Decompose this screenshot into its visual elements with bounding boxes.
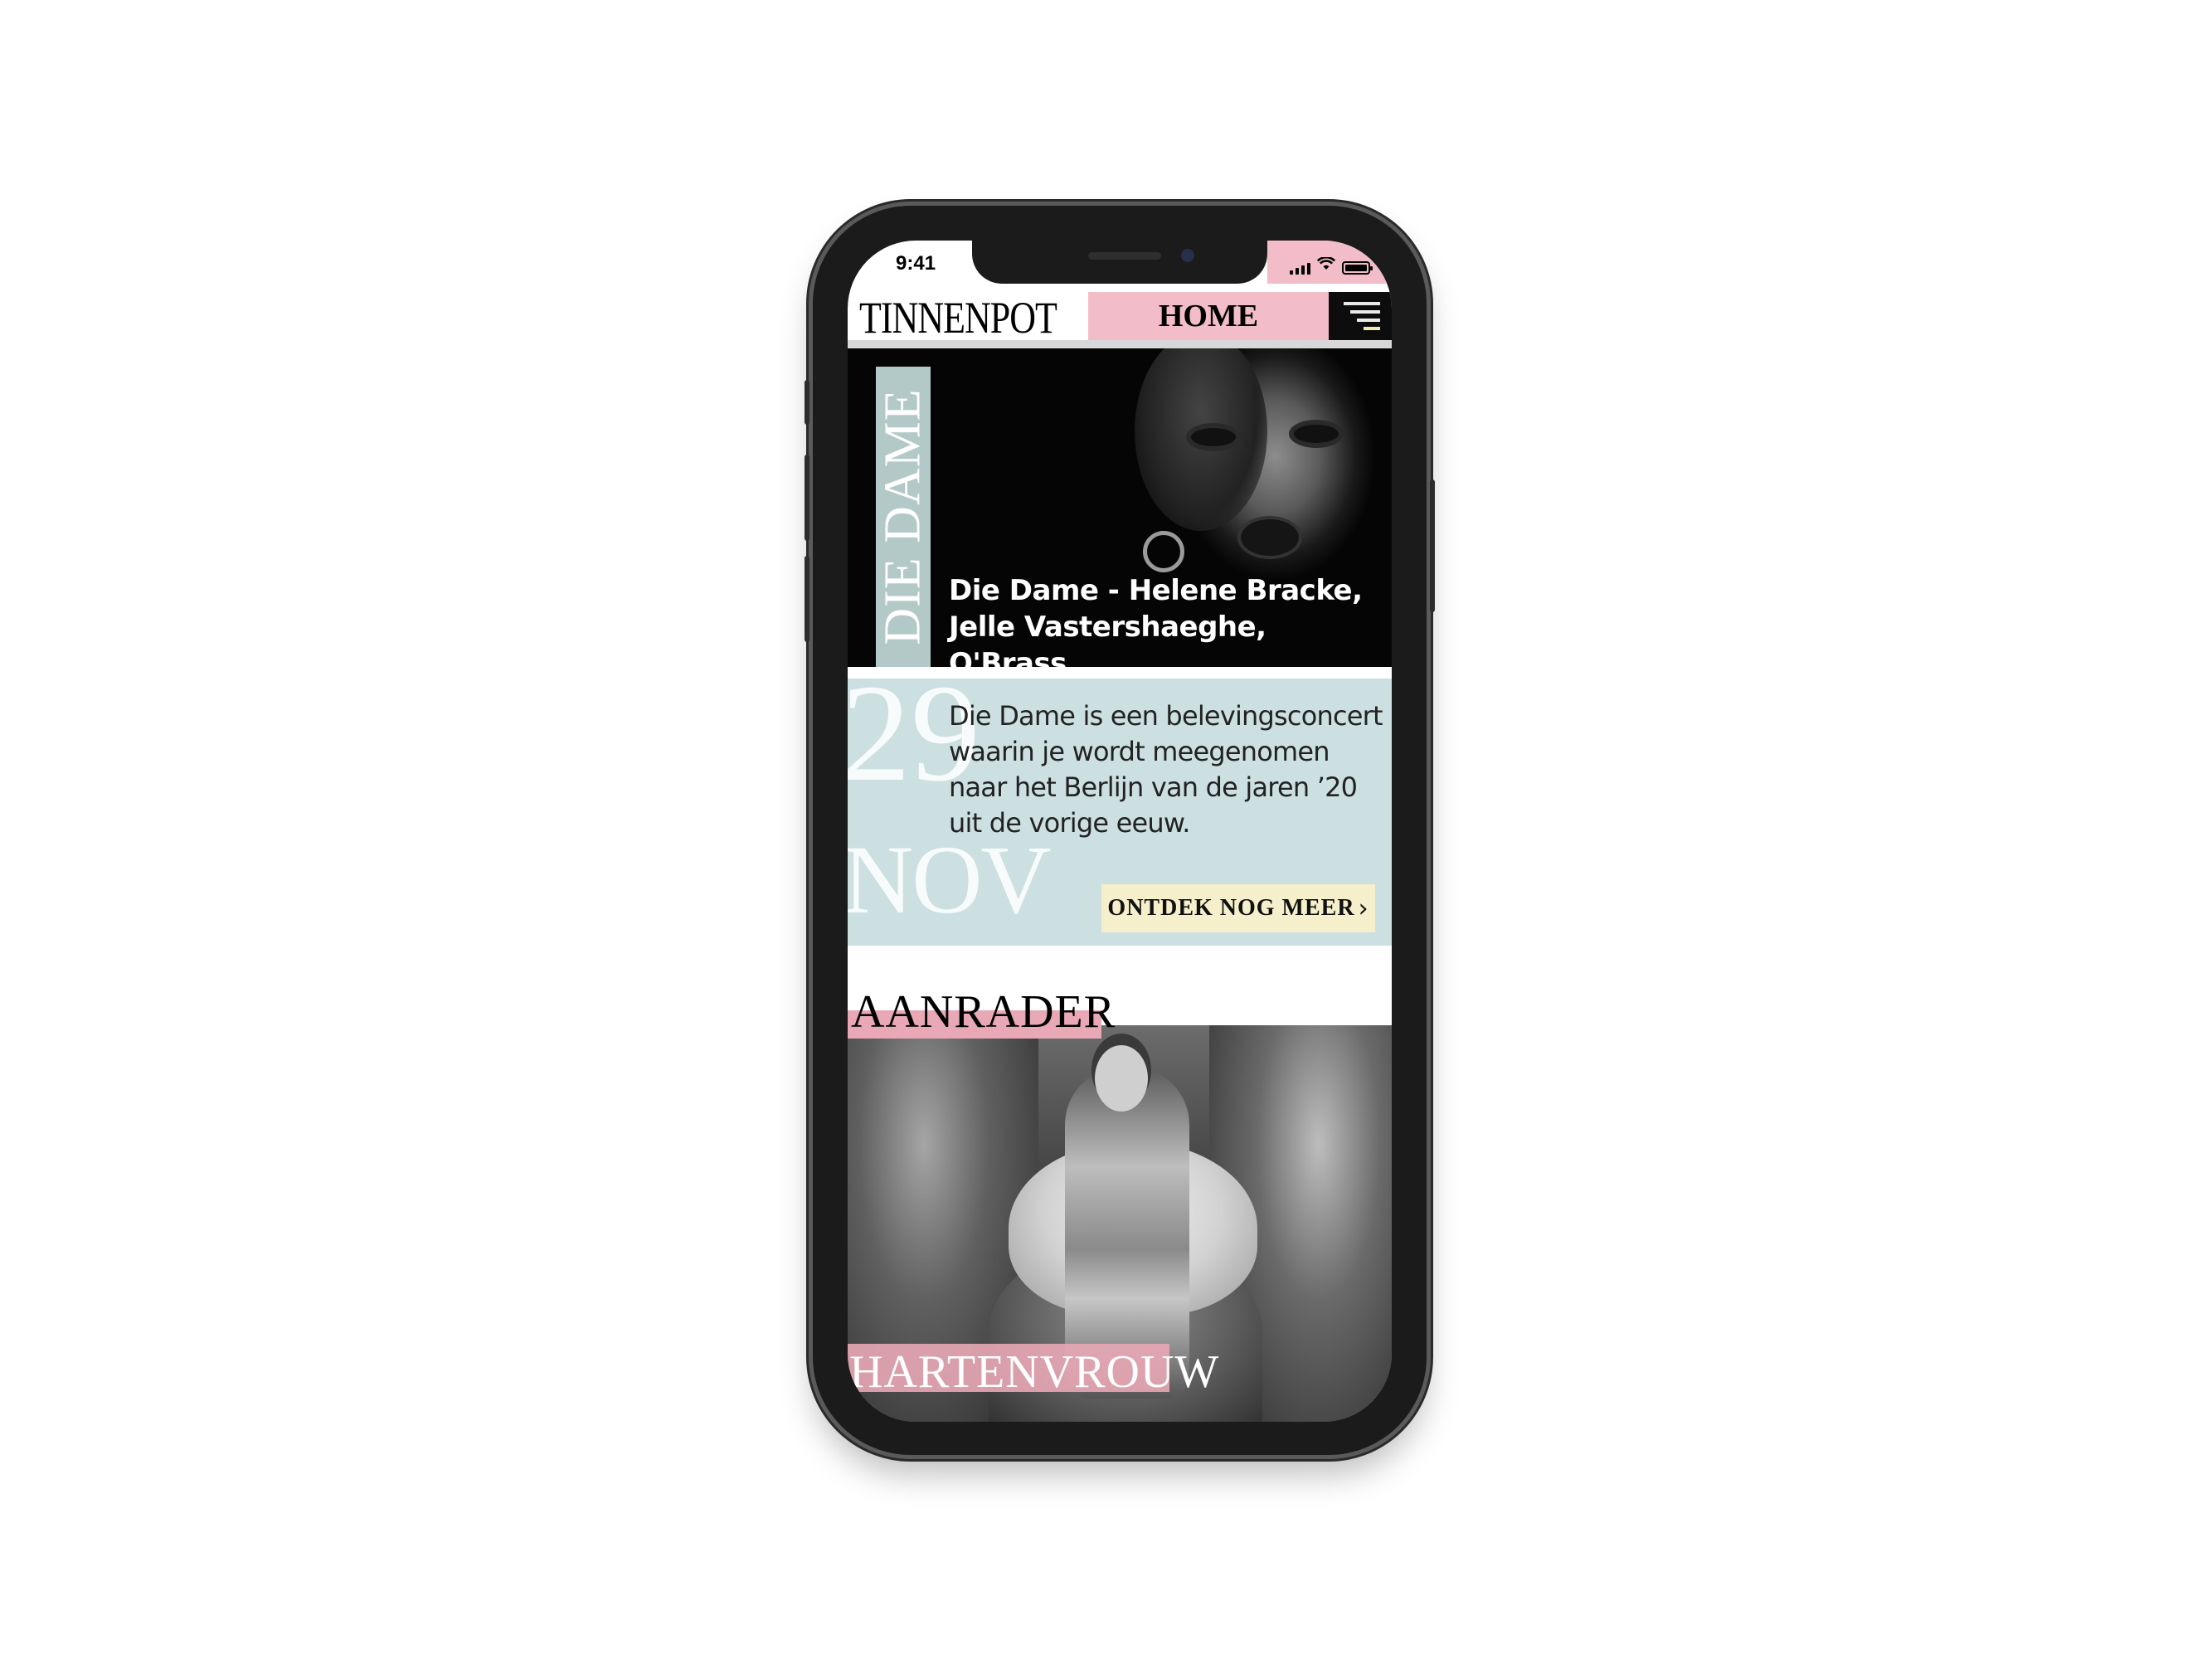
nav-home[interactable]: HOME: [1088, 292, 1329, 340]
power-button: [1430, 479, 1435, 612]
earpiece-speaker: [1088, 252, 1161, 260]
hero-title-line-1: Die Dame - Helene Bracke,: [949, 574, 1363, 607]
app-header: TINNENPOT HOME: [848, 292, 1392, 343]
status-time: 9:41: [896, 252, 936, 275]
event-description-line: naar het Berlijn van de jaren ’20: [949, 771, 1358, 803]
wifi-icon: [1316, 255, 1336, 275]
hero-banner[interactable]: DIE DAME Die Dame - Helene Bracke, Jelle…: [848, 348, 1392, 667]
mute-switch: [805, 380, 809, 425]
hero-title-line-2: Jelle Vastershaeghe, O'Brass: [949, 611, 1266, 667]
discover-more-label: ONTDEK NOG MEER: [1107, 895, 1355, 921]
status-icons: [1290, 255, 1373, 275]
hero-title: Die Dame - Helene Bracke, Jelle Vastersh…: [949, 572, 1392, 667]
volume-up-button: [805, 455, 809, 541]
front-camera: [1181, 249, 1194, 262]
notch: [972, 241, 1267, 284]
event-info-card: 29 NOV Die Dame is een belevingsconcert …: [848, 679, 1392, 946]
logo[interactable]: TINNENPOT: [859, 292, 1057, 343]
hero-vertical-tag: DIE DAME: [876, 367, 931, 667]
hero-tag-text: DIE DAME: [876, 388, 931, 645]
signal-bars-icon: [1290, 261, 1310, 275]
header-divider: [848, 340, 1392, 348]
discover-more-button[interactable]: ONTDEK NOG MEER ›: [1101, 884, 1375, 932]
section-divider: [848, 667, 1392, 679]
battery-icon: [1342, 261, 1373, 275]
section-label-aanrader: AANRADER: [851, 986, 1116, 1038]
featured-title: HARTENVROUW: [849, 1346, 1220, 1398]
event-description-line: waarin je wordt meegenomen: [949, 736, 1330, 767]
event-description: Die Dame is een belevingsconcert waarin …: [949, 698, 1392, 841]
volume-down-button: [805, 556, 809, 642]
phone-screen: 9:41 TINNENPOT HOME DIE DAME Die Dame - …: [848, 241, 1392, 1422]
event-description-line: Die Dame is een belevingsconcert: [949, 700, 1383, 732]
chevron-right-icon: ›: [1358, 893, 1369, 923]
hamburger-menu-icon[interactable]: [1329, 292, 1392, 340]
event-month: NOV: [848, 825, 1052, 934]
event-description-line: uit de vorige eeuw.: [949, 807, 1190, 839]
